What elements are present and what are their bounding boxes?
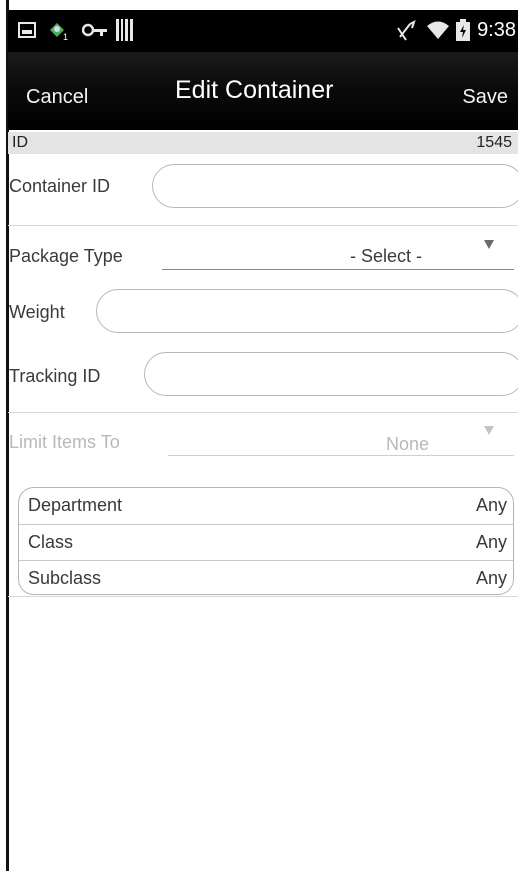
divider: [8, 596, 518, 597]
package-type-select[interactable]: - Select -: [162, 236, 514, 272]
item-filter-list: Department Any Class Any Subclass Any: [18, 487, 514, 595]
app-screen: 1 9:38 Cancel Edit Container Save ID 154…: [0, 0, 518, 871]
status-bar: 1 9:38: [8, 10, 518, 52]
select-underline: [168, 455, 514, 456]
filter-value: Any: [475, 532, 507, 552]
barcode-icon: [116, 19, 134, 46]
action-bar: Cancel Edit Container Save: [8, 52, 518, 130]
weight-input[interactable]: [96, 289, 518, 333]
key-icon: [81, 22, 108, 43]
cancel-button[interactable]: Cancel: [26, 86, 88, 109]
select-underline: [162, 269, 514, 270]
dropdown-arrow-icon: [484, 240, 494, 249]
save-button[interactable]: Save: [462, 86, 508, 109]
filter-value: Any: [475, 568, 507, 588]
limit-items-to-value: None: [386, 434, 430, 454]
filter-label: Department: [28, 495, 123, 515]
mute-icon: [396, 20, 418, 47]
limit-items-to-select: None: [168, 422, 514, 458]
tracking-id-label: Tracking ID: [9, 366, 101, 386]
tracking-id-input[interactable]: [144, 352, 518, 396]
image-icon: [18, 22, 36, 43]
id-row: ID 1545: [8, 132, 518, 154]
divider: [8, 412, 518, 413]
page-title: Edit Container: [175, 76, 334, 104]
container-id-input[interactable]: [152, 164, 518, 208]
filter-value: Any: [475, 495, 507, 515]
battery-icon: [456, 19, 470, 46]
svg-text:1: 1: [63, 32, 68, 42]
weight-label: Weight: [9, 302, 65, 322]
status-time: 9:38: [477, 19, 516, 41]
package-type-label: Package Type: [9, 246, 123, 266]
location-badge-icon: 1: [46, 18, 72, 47]
wifi-icon: [426, 20, 450, 45]
id-label: ID: [12, 134, 28, 151]
divider: [8, 225, 518, 226]
package-type-value: - Select -: [350, 246, 423, 266]
filter-label: Subclass: [28, 568, 102, 588]
limit-items-to-label: Limit Items To: [9, 432, 120, 452]
left-frame-edge: [0, 0, 9, 871]
filter-row-subclass[interactable]: Subclass Any: [19, 560, 513, 594]
filter-row-department[interactable]: Department Any: [19, 488, 513, 524]
dropdown-arrow-icon: [484, 426, 494, 435]
filter-row-class[interactable]: Class Any: [19, 524, 513, 560]
id-value: 1545: [476, 134, 512, 151]
filter-label: Class: [28, 532, 74, 552]
container-id-label: Container ID: [9, 176, 111, 196]
